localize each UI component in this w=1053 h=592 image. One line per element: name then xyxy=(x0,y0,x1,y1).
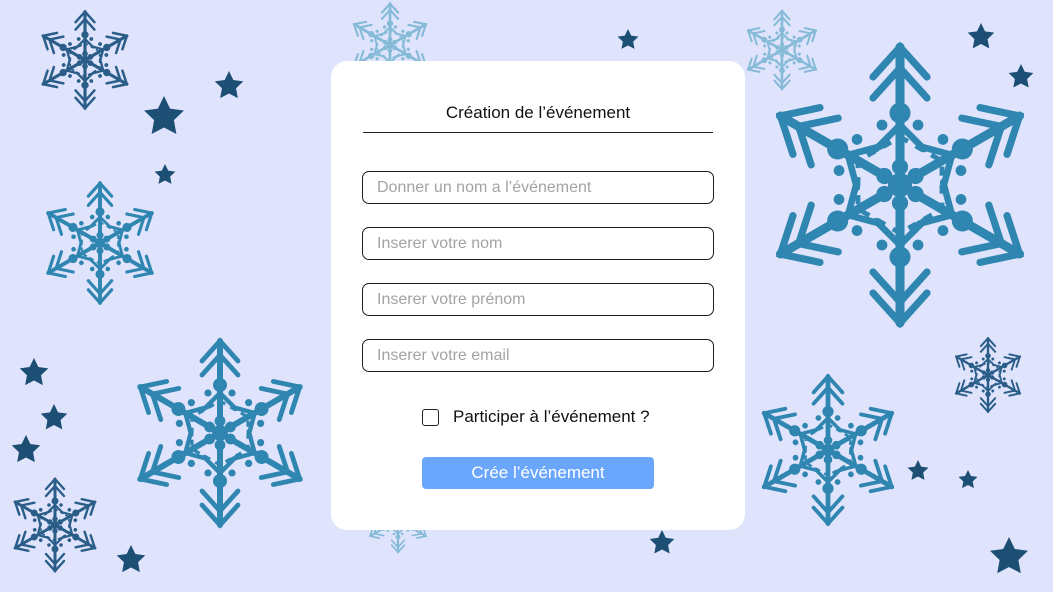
snowflake-icon xyxy=(757,376,899,523)
participate-row[interactable]: Participer à l’événement ? xyxy=(422,406,650,428)
first-name-input[interactable] xyxy=(362,283,714,316)
snowflake-icon xyxy=(131,341,308,525)
star-icon xyxy=(907,460,929,480)
star-icon xyxy=(144,96,184,135)
snowflake-icon xyxy=(42,183,157,303)
email-input[interactable] xyxy=(362,339,714,372)
star-icon xyxy=(116,545,146,573)
snowflake-icon xyxy=(744,11,819,89)
star-icon xyxy=(19,358,49,386)
create-event-button[interactable]: Crée l’événement xyxy=(422,457,654,489)
star-icon xyxy=(11,435,41,463)
snowflake-icon xyxy=(11,479,100,571)
star-icon xyxy=(967,23,995,49)
star-icon xyxy=(649,530,675,554)
star-icon xyxy=(214,71,244,99)
star-icon xyxy=(617,29,639,49)
star-icon xyxy=(990,537,1028,574)
snowflake-icon xyxy=(953,338,1024,412)
star-icon xyxy=(40,404,68,430)
event-name-input[interactable] xyxy=(362,171,714,204)
star-icon xyxy=(154,164,176,184)
event-form-card: Création de l’événement Participer à l’é… xyxy=(331,61,745,530)
star-icon xyxy=(958,470,978,489)
participate-label: Participer à l’événement ? xyxy=(453,407,650,426)
star-icon xyxy=(1008,64,1034,88)
last-name-input[interactable] xyxy=(362,227,714,260)
title-divider xyxy=(363,132,713,133)
participate-checkbox[interactable] xyxy=(422,408,439,426)
form-title: Création de l’événement xyxy=(445,103,631,122)
snowflake-icon xyxy=(767,47,1033,323)
snowflake-icon xyxy=(38,12,131,109)
